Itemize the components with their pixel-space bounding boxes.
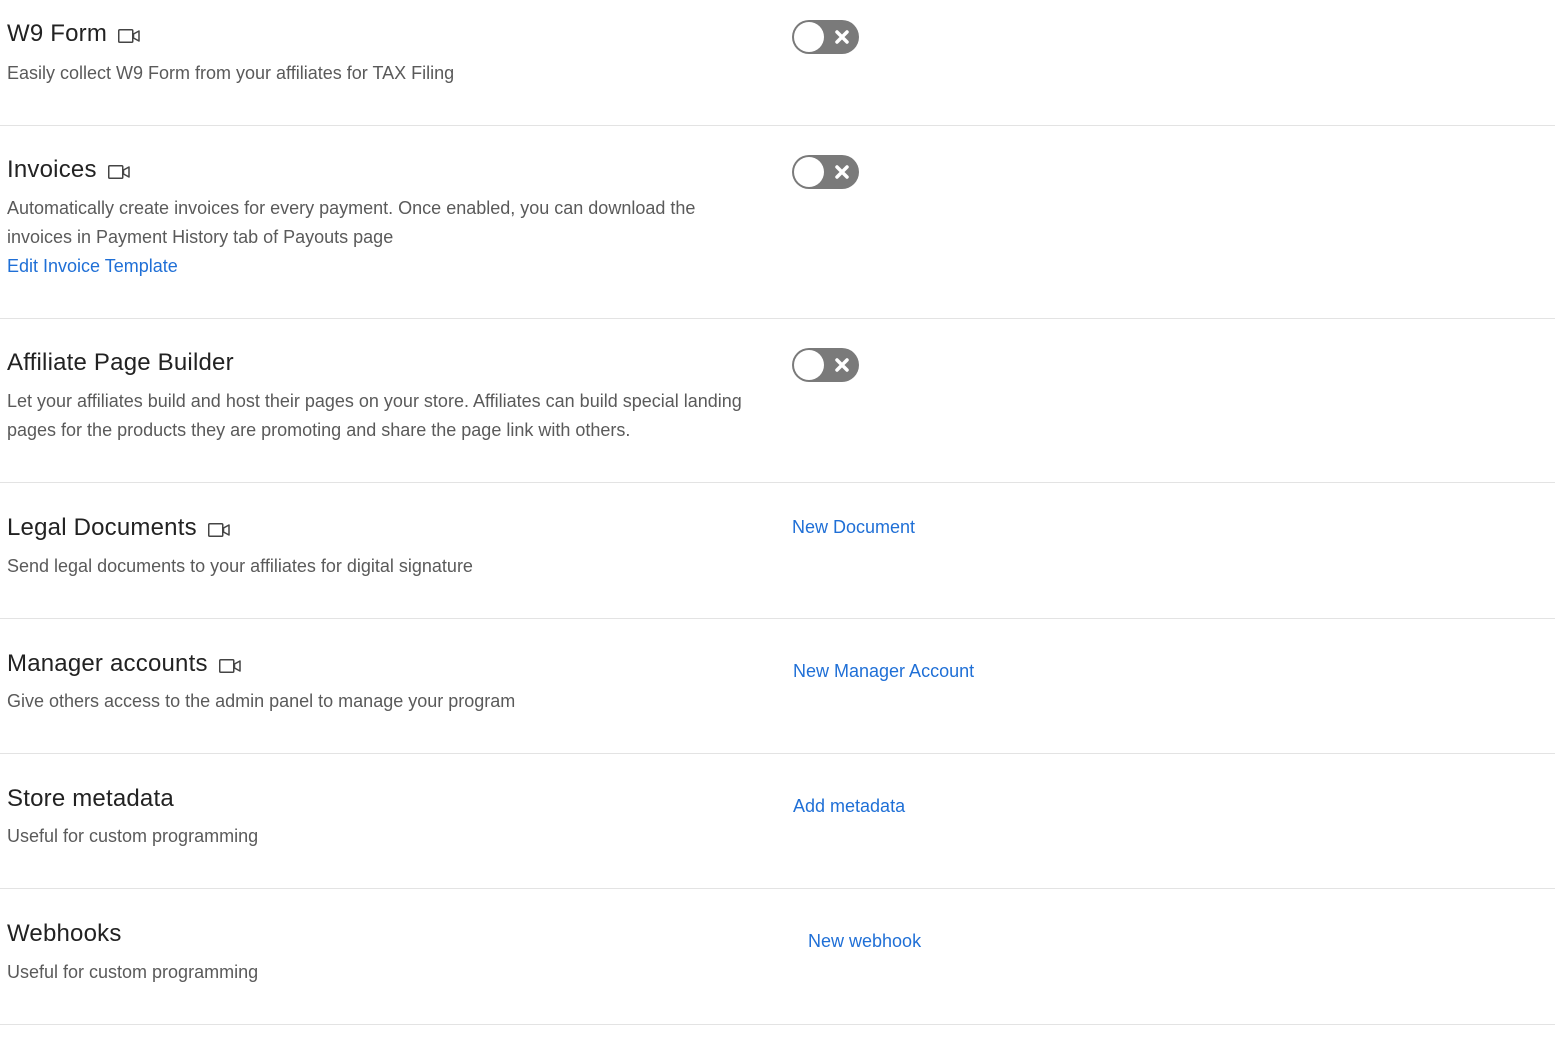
invoices-description: Automatically create invoices for every … bbox=[7, 198, 696, 247]
invoices-description-block: Automatically create invoices for every … bbox=[7, 194, 752, 281]
video-camera-icon[interactable] bbox=[218, 659, 241, 673]
video-camera-icon[interactable] bbox=[118, 29, 140, 43]
legal-documents-description: Send legal documents to your affiliates … bbox=[7, 556, 473, 576]
invoices-toggle[interactable] bbox=[792, 155, 859, 189]
add-metadata-link[interactable]: Add metadata bbox=[793, 796, 905, 817]
video-camera-icon[interactable] bbox=[207, 523, 230, 537]
close-icon bbox=[835, 358, 849, 372]
video-camera-icon[interactable] bbox=[107, 165, 130, 179]
w9-form-title: W9 Form bbox=[7, 20, 108, 47]
edit-invoice-template-link[interactable]: Edit Invoice Template bbox=[7, 252, 752, 281]
w9-form-description: Easily collect W9 Form from your affilia… bbox=[7, 63, 455, 83]
legal-documents-title: Legal Documents bbox=[7, 514, 197, 541]
webhooks-title: Webhooks bbox=[7, 920, 122, 947]
affiliate-page-builder-description: Let your affiliates build and host their… bbox=[7, 391, 742, 440]
new-webhook-link[interactable]: New webhook bbox=[808, 931, 921, 952]
manager-accounts-description: Give others access to the admin panel to… bbox=[7, 691, 516, 711]
setting-row-invoices: Invoices Automatically create invoices f… bbox=[0, 126, 1555, 319]
new-manager-account-link[interactable]: New Manager Account bbox=[793, 661, 974, 682]
setting-row-store-metadata: Store metadata Useful for custom program… bbox=[0, 754, 1555, 889]
toggle-knob bbox=[794, 157, 824, 187]
store-metadata-title: Store metadata bbox=[7, 785, 174, 812]
setting-row-manager-accounts: Manager accounts Give others access to t… bbox=[0, 619, 1555, 754]
setting-title: Manager accounts bbox=[7, 650, 241, 678]
setting-title: Invoices bbox=[7, 156, 130, 184]
new-document-link[interactable]: New Document bbox=[792, 517, 915, 538]
toggle-knob bbox=[794, 350, 824, 380]
close-icon bbox=[835, 30, 849, 44]
manager-accounts-title: Manager accounts bbox=[7, 650, 208, 677]
webhooks-description: Useful for custom programming bbox=[7, 962, 259, 982]
toggle-knob bbox=[794, 22, 824, 52]
setting-row-w9-form: W9 Form Easily collect W9 Form from your… bbox=[0, 0, 1555, 126]
setting-title: Legal Documents bbox=[7, 514, 230, 542]
w9-form-toggle[interactable] bbox=[792, 20, 859, 54]
settings-list: W9 Form Easily collect W9 Form from your… bbox=[0, 0, 1555, 1039]
setting-row-affiliate-page-builder: Affiliate Page Builder Let your affiliat… bbox=[0, 319, 1555, 483]
setting-row-webhooks: Webhooks Useful for custom programming N… bbox=[0, 889, 1555, 1025]
affiliate-page-builder-title: Affiliate Page Builder bbox=[7, 349, 234, 376]
close-icon bbox=[835, 165, 849, 179]
affiliate-page-builder-toggle[interactable] bbox=[792, 348, 859, 382]
setting-row-legal-documents: Legal Documents Send legal documents to … bbox=[0, 483, 1555, 619]
store-metadata-description: Useful for custom programming bbox=[7, 826, 259, 846]
invoices-title: Invoices bbox=[7, 156, 97, 183]
setting-title: W9 Form bbox=[7, 20, 140, 48]
